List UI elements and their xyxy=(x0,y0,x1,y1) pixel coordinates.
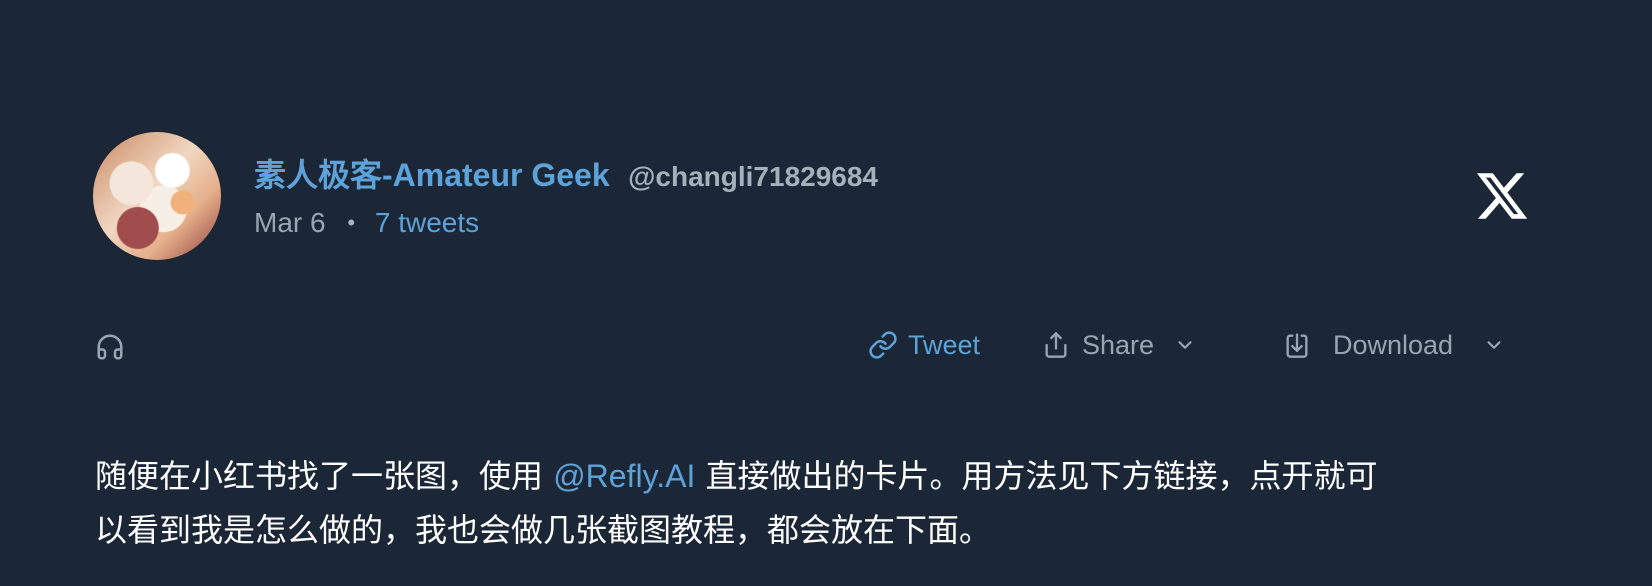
tweet-text-line1-end: 直接做出的卡片。用方法见下方链接，点开就可 xyxy=(695,457,1378,495)
tweet-count-link[interactable]: 7 tweets xyxy=(375,207,479,238)
chevron-down-icon[interactable] xyxy=(1483,334,1505,356)
share-icon xyxy=(1045,332,1067,358)
tweet-card: 素人极客-Amateur Geek @changli71829684 Mar 6… xyxy=(0,0,1652,586)
tweet-link-label: Tweet xyxy=(908,329,981,360)
tweet-text-line2: 以看到我是怎么做的，我也会做几张截图教程，都会放在下面。 xyxy=(95,511,992,549)
author-name[interactable]: 素人极客-Amateur Geek xyxy=(254,157,610,193)
tweet-text-start: 随便在小红书找了一张图，使用 xyxy=(95,457,554,495)
meta-separator: • xyxy=(347,210,356,235)
avatar[interactable] xyxy=(93,132,221,260)
link-icon xyxy=(869,331,897,359)
download-icon xyxy=(1286,333,1308,358)
author-handle[interactable]: @changli71829684 xyxy=(628,161,878,192)
tweet-body: 随便在小红书找了一张图，使用 @Refly.AI 直接做出的卡片。用方法见下方链… xyxy=(95,449,1555,557)
share-button[interactable]: Share xyxy=(1042,327,1196,363)
headphones-icon[interactable] xyxy=(95,332,125,362)
mention-link[interactable]: @Refly.AI xyxy=(553,458,695,494)
chevron-down-icon[interactable] xyxy=(1174,334,1196,356)
download-button[interactable]: Download xyxy=(1283,327,1505,363)
author-line: 素人极客-Amateur Geek @changli71829684 xyxy=(254,150,878,196)
tweet-meta: Mar 6 • 7 tweets xyxy=(254,207,479,239)
tweet-link-button[interactable]: Tweet xyxy=(868,327,980,363)
share-label: Share xyxy=(1082,329,1155,360)
tweet-date: Mar 6 xyxy=(254,207,326,238)
x-logo-icon[interactable] xyxy=(1474,168,1530,224)
download-label: Download xyxy=(1333,329,1454,360)
